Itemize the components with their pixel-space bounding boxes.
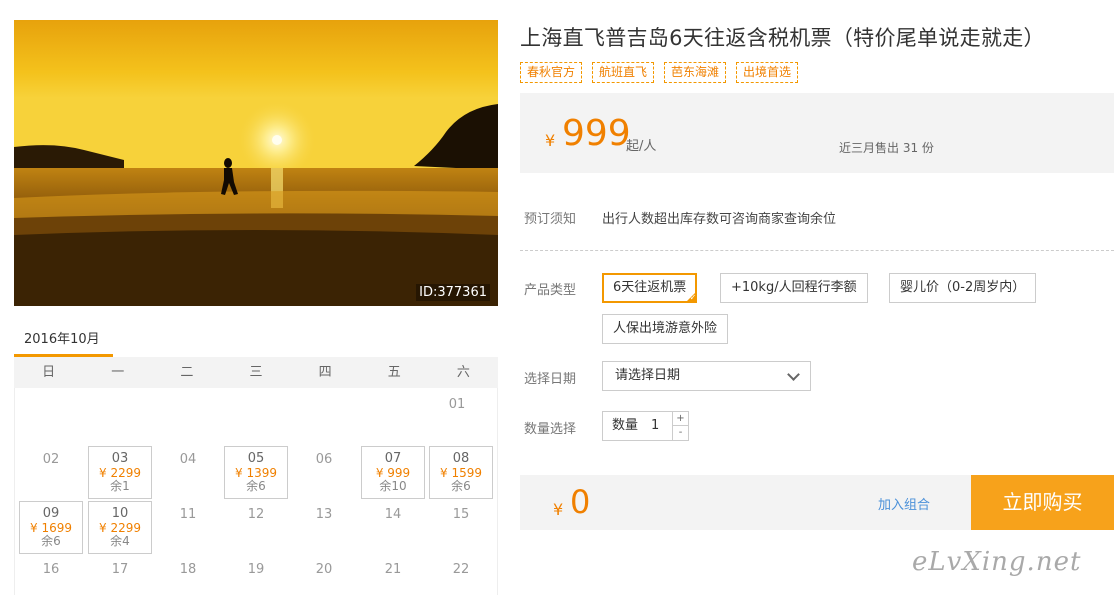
calendar-day[interactable]: 14 (361, 501, 425, 554)
price-panel: ¥ 999 起/人 近三月售出 31 份 (520, 93, 1114, 173)
day-remaining: 余4 (110, 534, 130, 548)
product-title: 上海直飞普吉岛6天往返含税机票（特价尾单说走就走） (520, 26, 1045, 50)
weekday-label: 三 (249, 365, 263, 380)
quantity-steps: + - (672, 412, 688, 440)
date-select-placeholder: 请选择日期 (615, 368, 681, 383)
calendar-day[interactable]: 21 (361, 556, 425, 595)
calendar-day-available[interactable]: 10 ¥ 2299 余4 (88, 501, 152, 554)
option-label: 婴儿价（0-2周岁内） (900, 280, 1026, 295)
day-price: ¥ 2299 (99, 521, 141, 535)
quantity-label: 数量选择 (524, 422, 577, 437)
day-remaining: 余10 (379, 479, 407, 493)
price-unit: 起/人 (626, 139, 657, 154)
day-price: ¥ 1399 (235, 466, 277, 480)
calendar-day[interactable]: 12 (224, 501, 288, 554)
increment-button[interactable]: + (673, 412, 688, 426)
decrement-button[interactable]: - (673, 426, 688, 440)
calendar-weekday-header: 日 一 二 三 四 五 六 (14, 357, 498, 388)
photo-id-label: ID:377361 (416, 284, 490, 301)
calendar-day[interactable]: 01 (425, 391, 489, 444)
option-label: +10kg/人回程行李额 (731, 280, 857, 295)
sold-count: 近三月售出 31 份 (839, 141, 934, 155)
product-tags: 春秋官方 航班直飞 芭东海滩 出境首选 (520, 62, 799, 83)
date-label: 选择日期 (524, 372, 577, 387)
calendar-day[interactable]: 11 (156, 501, 220, 554)
calendar-day[interactable]: 02 (19, 446, 83, 499)
option-label: 6天往返机票 (613, 280, 687, 295)
calendar-day[interactable]: 22 (429, 556, 493, 595)
calendar-day-available[interactable]: 05 ¥ 1399 余6 (224, 446, 288, 499)
calendar-day[interactable]: 19 (224, 556, 288, 595)
buy-now-button[interactable]: 立即购买 (971, 475, 1114, 530)
day-price: ¥ 2299 (99, 466, 141, 480)
day-price: ¥ 1599 (440, 466, 482, 480)
option-extra-baggage[interactable]: +10kg/人回程行李额 (720, 273, 868, 303)
total-currency: ¥ (553, 500, 564, 519)
site-watermark: eLvXing.net (912, 547, 1082, 577)
notice-label: 预订须知 (524, 212, 577, 227)
day-remaining: 余6 (246, 479, 266, 493)
calendar-day[interactable]: 06 (292, 446, 356, 499)
calendar-day[interactable]: 13 (292, 501, 356, 554)
calendar-day[interactable]: 17 (88, 556, 152, 595)
product-tag: 芭东海滩 (664, 62, 727, 83)
calendar-grid: 01 02 03 ¥ 2299 余1 04 05 ¥ 1399 余6 06 07… (14, 388, 498, 595)
calendar-day[interactable]: 20 (292, 556, 356, 595)
weekday-label: 五 (387, 365, 401, 380)
option-travel-insurance[interactable]: 人保出境游意外险 (602, 314, 729, 344)
quantity-stepper[interactable]: 数量 1 + - (602, 411, 689, 441)
day-remaining: 余6 (451, 479, 471, 493)
product-photo: ID:377361 (14, 20, 498, 306)
product-type-label: 产品类型 (524, 283, 577, 298)
day-price: ¥ 1699 (30, 521, 72, 535)
weekday-label: 二 (180, 365, 194, 380)
day-remaining: 余6 (41, 534, 61, 548)
product-tag: 航班直飞 (592, 62, 655, 83)
calendar-day[interactable]: 15 (429, 501, 493, 554)
calendar-day-available[interactable]: 09 ¥ 1699 余6 (19, 501, 83, 554)
option-round-trip-ticket[interactable]: 6天往返机票 ✓ (602, 273, 698, 303)
product-tag: 出境首选 (736, 62, 799, 83)
weekday-label: 六 (456, 365, 470, 380)
calendar-day[interactable]: 16 (19, 556, 83, 595)
calendar-day-available[interactable]: 07 ¥ 999 余10 (361, 446, 425, 499)
day-price: ¥ 999 (375, 466, 411, 480)
calendar-day-available[interactable]: 08 ¥ 1599 余6 (429, 446, 493, 499)
calendar-day[interactable]: 04 (156, 446, 220, 499)
quantity-prefix: 数量 (612, 418, 639, 433)
calendar-day-available[interactable]: 03 ¥ 2299 余1 (88, 446, 152, 499)
notice-text: 出行人数超出库存数可咨询商家查询余位 (602, 212, 837, 227)
selected-check-icon: ✓ (685, 291, 698, 303)
option-infant-price[interactable]: 婴儿价（0-2周岁内） (889, 273, 1037, 303)
calendar-day[interactable]: 18 (156, 556, 220, 595)
calendar-month-tab[interactable]: 2016年10月 (14, 322, 113, 357)
checkout-bar: ¥ 0 加入组合 立即购买 (520, 475, 1114, 530)
total-amount: 0 (570, 483, 591, 521)
date-select[interactable]: 请选择日期 (602, 361, 811, 391)
price-currency: ¥ (545, 131, 556, 150)
option-label: 人保出境游意外险 (613, 321, 718, 336)
section-divider (520, 250, 1114, 251)
quantity-value[interactable]: 1 (651, 412, 659, 440)
add-combo-link[interactable]: 加入组合 (878, 494, 930, 513)
product-tag: 春秋官方 (520, 62, 583, 83)
weekday-label: 四 (318, 365, 332, 380)
day-remaining: 余1 (110, 479, 130, 493)
weekday-label: 日 (42, 365, 56, 380)
price-amount: 999 (562, 113, 631, 154)
weekday-label: 一 (111, 365, 125, 380)
chevron-down-icon (787, 368, 800, 381)
